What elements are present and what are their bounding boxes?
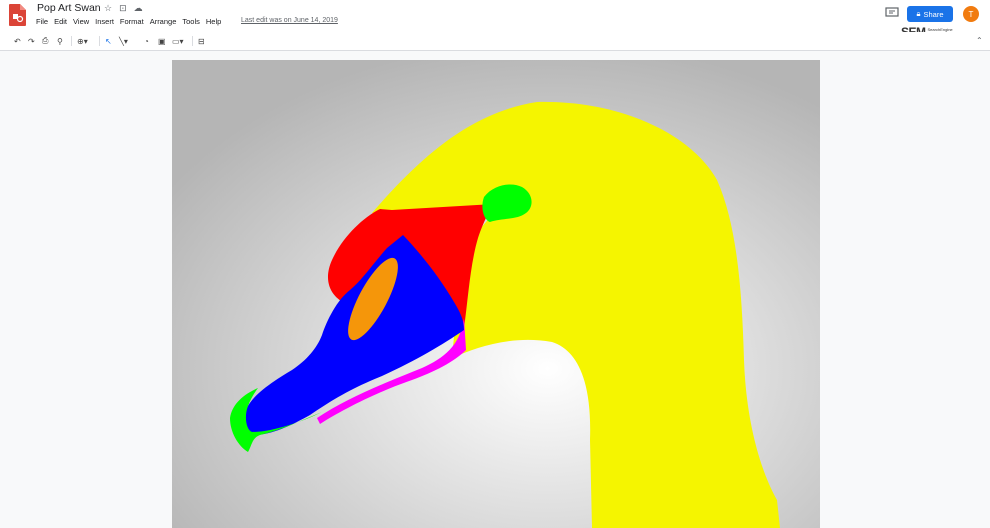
star-icon[interactable]: ☆ — [104, 3, 112, 14]
menu-edit[interactable]: Edit — [54, 17, 67, 26]
document-title[interactable]: Pop Art Swan — [37, 2, 101, 14]
menu-view[interactable]: View — [73, 17, 89, 26]
menu-help[interactable]: Help — [206, 17, 221, 26]
redo-icon[interactable]: ↷ — [28, 35, 35, 47]
undo-icon[interactable]: ↶ — [14, 35, 21, 47]
comments-icon[interactable] — [885, 7, 899, 19]
menu-file[interactable]: File — [36, 17, 48, 26]
menu-arrange[interactable]: Arrange — [150, 17, 177, 26]
drawing-page[interactable] — [172, 60, 820, 528]
line-icon[interactable]: ╲▾ — [119, 35, 128, 47]
menu-format[interactable]: Format — [120, 17, 144, 26]
drawings-app-icon[interactable] — [9, 4, 26, 26]
lock-icon: 🔒︎ — [916, 9, 921, 18]
title-actions: ☆ ⊡ ☁ — [104, 3, 143, 14]
text-box-icon[interactable]: ▣ — [158, 35, 166, 47]
select-icon[interactable]: ↖ — [105, 35, 112, 47]
menu-bar: File Edit View Insert Format Arrange Too… — [36, 17, 221, 26]
comment-add-icon[interactable]: ⊟ — [198, 35, 205, 47]
top-bar: Pop Art Swan ☆ ⊡ ☁ File Edit View Insert… — [0, 0, 990, 39]
image-icon[interactable]: ▭▾ — [172, 35, 184, 47]
print-icon[interactable]: ⎙ — [42, 35, 48, 47]
menu-insert[interactable]: Insert — [95, 17, 114, 26]
share-button[interactable]: 🔒︎ Share — [907, 6, 953, 22]
toolbar-divider — [99, 36, 100, 46]
chevron-up-icon[interactable]: ⌃ — [976, 36, 983, 45]
zoom-icon[interactable]: ⊕▾ — [77, 35, 88, 47]
toolbar-divider — [71, 36, 72, 46]
drawing-canvas[interactable] — [0, 51, 990, 528]
avatar[interactable]: T — [963, 6, 979, 22]
toolbar: ↶ ↷ ⎙ ⚲ ⊕▾ ↖ ╲▾ ◔ ▣ ▭▾ ⊟ — [0, 32, 990, 51]
move-folder-icon[interactable]: ⊡ — [119, 3, 127, 14]
menu-tools[interactable]: Tools — [182, 17, 200, 26]
paint-format-icon[interactable]: ⚲ — [57, 35, 63, 47]
toolbar-divider — [192, 36, 193, 46]
last-edit-link[interactable]: Last edit was on June 14, 2019 — [241, 17, 338, 24]
shape-icon[interactable]: ◔ — [144, 35, 149, 47]
cloud-status-icon[interactable]: ☁ — [134, 3, 143, 14]
share-label: Share — [923, 9, 944, 19]
